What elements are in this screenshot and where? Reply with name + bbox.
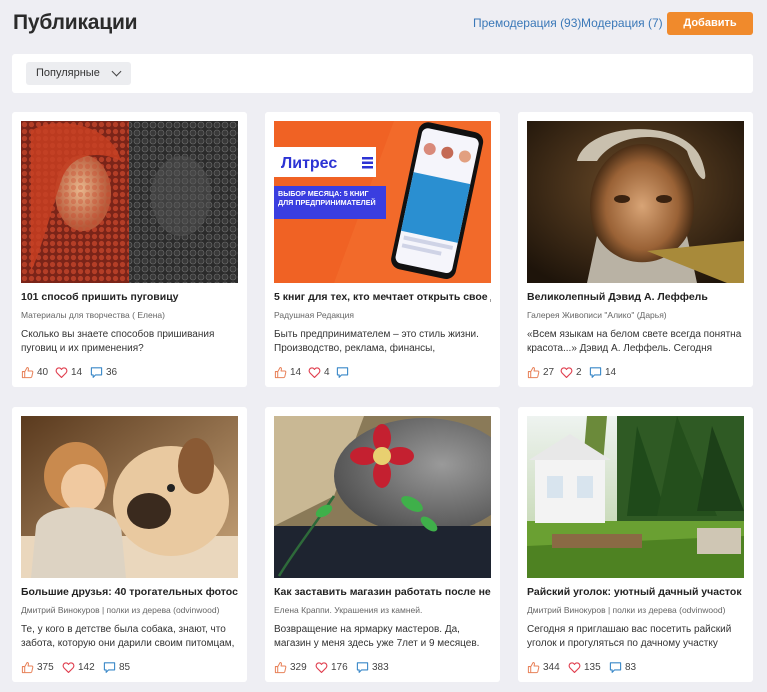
chevron-down-icon xyxy=(111,66,122,77)
favorite-count[interactable]: 4 xyxy=(308,366,330,379)
card-title[interactable]: Как заставить магазин работать после нес… xyxy=(274,586,491,598)
card-title[interactable]: 5 книг для тех, кто мечтает открыть свое… xyxy=(274,291,491,303)
publication-card[interactable]: Литрес ВЫБОР МЕСЯЦА: 5 КНИГ ДЛЯ ПРЕДПРИН… xyxy=(265,112,500,387)
sort-dropdown-value: Популярные xyxy=(36,67,100,79)
banner-text: ВЫБОР МЕСЯЦА: 5 КНИГ ДЛЯ ПРЕДПРИНИМАТЕЛЕ… xyxy=(278,189,376,207)
publication-card[interactable]: 101 способ пришить пуговицу Материалы дл… xyxy=(12,112,247,387)
like-count[interactable]: 344 xyxy=(527,661,560,674)
card-source[interactable]: Материалы для творчества ( Елена) xyxy=(21,310,238,320)
comment-count[interactable]: 83 xyxy=(609,661,636,674)
publication-card[interactable]: Великолепный Дэвид А. Леффель Галерея Жи… xyxy=(518,112,753,387)
header: Публикации Премодерация (93) Модерация (… xyxy=(0,0,767,48)
card-excerpt: Сколько вы знаете способов пришивания пу… xyxy=(21,329,215,354)
thumbs-up-icon xyxy=(527,661,540,674)
comment-icon xyxy=(103,661,116,674)
publication-card[interactable]: Большие друзья: 40 трогательных фотосним… xyxy=(12,407,247,682)
comment-icon xyxy=(589,366,602,379)
portrait-painting-image[interactable] xyxy=(527,121,744,283)
thumbs-up-icon xyxy=(21,661,34,674)
heart-icon xyxy=(560,366,573,379)
favorite-count[interactable]: 14 xyxy=(55,366,82,379)
card-excerpt: Возвращение на ярмарку мастеров. Да, маг… xyxy=(274,624,480,649)
child-dog-image[interactable] xyxy=(21,416,238,578)
button-portrait-image[interactable] xyxy=(21,121,238,283)
card-source[interactable]: Елена Краппи. Украшения из камней. xyxy=(274,605,491,615)
thumbs-up-icon xyxy=(274,366,287,379)
card-title[interactable]: Великолепный Дэвид А. Леффель xyxy=(527,291,744,303)
publication-card[interactable]: Райский уголок: уютный дачный участок Ма… xyxy=(518,407,753,682)
card-excerpt: Те, у кого в детстве была собака, знают,… xyxy=(21,624,235,649)
sort-dropdown[interactable]: Популярные xyxy=(26,62,131,85)
like-count[interactable]: 329 xyxy=(274,661,307,674)
garden-image[interactable] xyxy=(527,416,744,578)
comment-icon xyxy=(609,661,622,674)
comment-icon xyxy=(336,366,349,379)
card-title[interactable]: Большие друзья: 40 трогательных фотосним… xyxy=(21,586,238,598)
thumbs-up-icon xyxy=(527,366,540,379)
heart-icon xyxy=(315,661,328,674)
card-source[interactable]: Галерея Живописи "Алико" (Дарья) xyxy=(527,310,744,320)
litres-logo: Литрес xyxy=(281,155,337,172)
comment-icon xyxy=(356,661,369,674)
heart-icon xyxy=(55,366,68,379)
card-source[interactable]: Дмитрий Винокуров | полки из дерева (odv… xyxy=(527,605,744,615)
comment-icon xyxy=(90,366,103,379)
card-source[interactable]: Радушная Редакция xyxy=(274,310,491,320)
heart-icon xyxy=(308,366,321,379)
favorite-count[interactable]: 176 xyxy=(315,661,348,674)
comment-count[interactable] xyxy=(336,366,352,379)
add-button[interactable]: Добавить xyxy=(667,12,753,35)
comment-count[interactable]: 36 xyxy=(90,366,117,379)
heart-icon xyxy=(62,661,75,674)
card-excerpt: Сегодня я приглашаю вас посетить райский… xyxy=(527,624,732,649)
page-title: Публикации xyxy=(13,11,138,34)
thumbs-up-icon xyxy=(274,661,287,674)
brooch-image[interactable] xyxy=(274,416,491,578)
comment-count[interactable]: 85 xyxy=(103,661,130,674)
premoderation-link[interactable]: Премодерация (93) xyxy=(473,16,581,30)
card-excerpt: Быть предпринимателем – это стиль жизни.… xyxy=(274,329,479,354)
litres-ad-image[interactable]: Литрес ВЫБОР МЕСЯЦА: 5 КНИГ ДЛЯ ПРЕДПРИН… xyxy=(274,121,491,283)
card-title[interactable]: Райский уголок: уютный дачный участок Ма… xyxy=(527,586,744,598)
like-count[interactable]: 14 xyxy=(274,366,301,379)
card-source[interactable]: Дмитрий Винокуров | полки из дерева (odv… xyxy=(21,605,238,615)
like-count[interactable]: 375 xyxy=(21,661,54,674)
like-count[interactable]: 40 xyxy=(21,366,48,379)
filter-bar: Популярные xyxy=(12,54,753,93)
comment-count[interactable]: 14 xyxy=(589,366,616,379)
comment-count[interactable]: 383 xyxy=(356,661,389,674)
card-excerpt: «Всем языкам на белом свете всегда понят… xyxy=(527,329,742,354)
publication-card[interactable]: Как заставить магазин работать после нес… xyxy=(265,407,500,682)
thumbs-up-icon xyxy=(21,366,34,379)
card-title[interactable]: 101 способ пришить пуговицу xyxy=(21,291,238,303)
favorite-count[interactable]: 135 xyxy=(568,661,601,674)
like-count[interactable]: 27 xyxy=(527,366,554,379)
moderation-link[interactable]: Модерация (7) xyxy=(581,16,663,30)
favorite-count[interactable]: 142 xyxy=(62,661,95,674)
favorite-count[interactable]: 2 xyxy=(560,366,582,379)
heart-icon xyxy=(568,661,581,674)
